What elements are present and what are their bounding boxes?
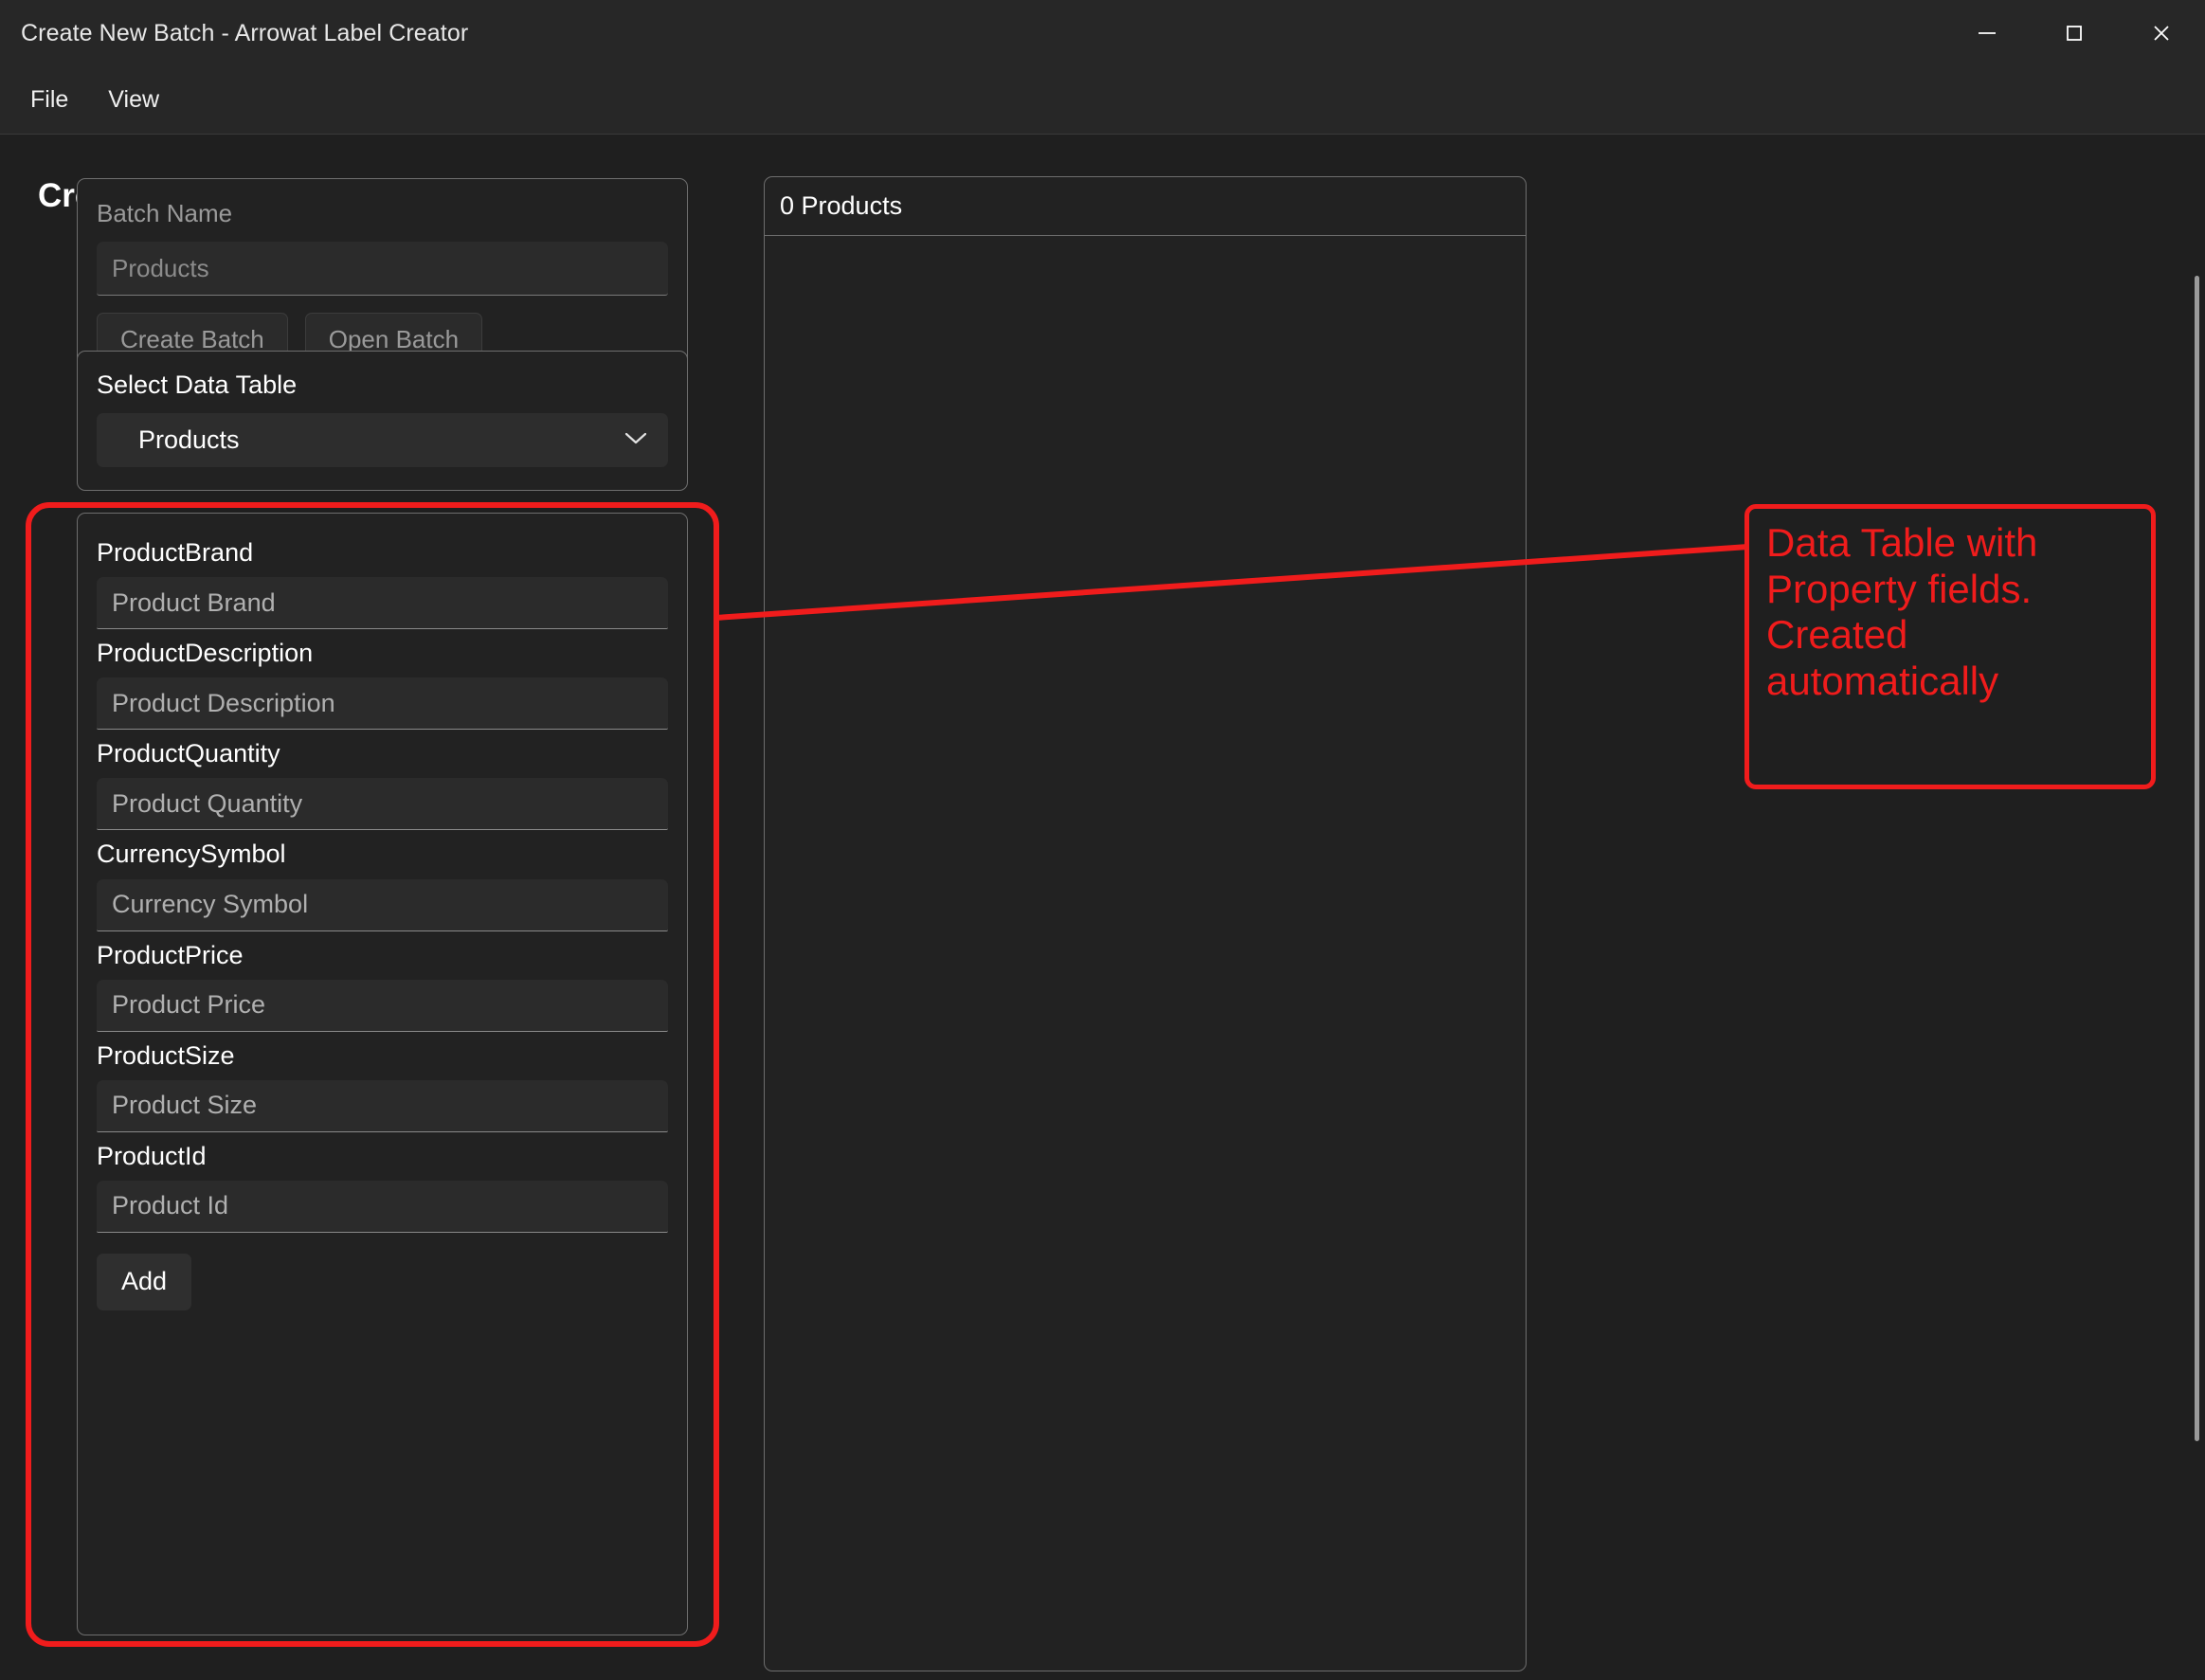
window-controls	[1943, 0, 2205, 66]
field-product-price: ProductPrice	[97, 937, 668, 1032]
products-panel-header: 0 Products	[765, 177, 1526, 236]
field-input[interactable]	[97, 979, 668, 1032]
maximize-button[interactable]	[2031, 0, 2118, 66]
menu-bar: File View	[0, 66, 2205, 135]
field-product-size: ProductSize	[97, 1038, 668, 1132]
menu-item-file[interactable]: File	[17, 81, 81, 119]
field-currency-symbol: CurrencySymbol	[97, 836, 668, 931]
annotation-line-1: Data Table with	[1766, 520, 2038, 565]
annotation-line-2: Property fields.	[1766, 566, 2033, 611]
close-button[interactable]	[2118, 0, 2205, 66]
field-input[interactable]	[97, 577, 668, 630]
field-input[interactable]	[97, 778, 668, 831]
field-product-description: ProductDescription	[97, 635, 668, 731]
field-label: ProductQuantity	[97, 739, 280, 768]
field-label: ProductPrice	[97, 940, 244, 969]
chevron-down-icon	[623, 429, 649, 451]
close-icon	[2154, 26, 2169, 41]
field-label: ProductDescription	[97, 639, 314, 668]
annotation-line-4: automatically	[1766, 659, 1999, 704]
menu-item-view[interactable]: View	[95, 81, 172, 119]
field-label: CurrencySymbol	[97, 840, 286, 869]
vertical-scrollbar[interactable]	[2192, 276, 2201, 1680]
field-label: ProductBrand	[97, 538, 254, 567]
field-product-id: ProductId	[97, 1138, 668, 1233]
data-table-dropdown[interactable]: Products	[97, 413, 668, 467]
products-count-label: 0 Products	[780, 191, 903, 220]
minimize-button[interactable]	[1943, 0, 2031, 66]
field-input[interactable]	[97, 1079, 668, 1132]
field-input[interactable]	[97, 1180, 668, 1233]
field-product-quantity: ProductQuantity	[97, 735, 668, 831]
field-label: ProductId	[97, 1141, 207, 1170]
products-panel: 0 Products	[764, 176, 1527, 1671]
property-fields-panel: ProductBrand ProductDescription ProductQ…	[77, 513, 688, 1635]
field-label: ProductSize	[97, 1040, 235, 1070]
data-table-selected-value: Products	[138, 425, 240, 454]
window-title: Create New Batch - Arrowat Label Creator	[21, 19, 469, 46]
field-product-brand: ProductBrand	[97, 534, 668, 630]
batch-name-label: Batch Name	[97, 199, 233, 227]
title-bar: Create New Batch - Arrowat Label Creator	[0, 0, 2205, 66]
main-content: Create New Batch Batch Name Create Batch…	[0, 135, 2205, 1680]
minimize-icon	[1979, 32, 1996, 34]
scrollbar-thumb[interactable]	[2195, 276, 2199, 1441]
add-button[interactable]: Add	[97, 1253, 192, 1310]
select-data-table-label: Select Data Table	[97, 370, 298, 399]
products-list[interactable]	[765, 236, 1526, 1671]
field-input[interactable]	[97, 878, 668, 931]
field-input[interactable]	[97, 677, 668, 731]
batch-name-panel: Batch Name Create Batch Open Batch	[77, 178, 688, 368]
select-data-table-panel: Select Data Table Products	[77, 351, 688, 491]
batch-name-input[interactable]	[97, 242, 668, 296]
annotation-line-3: Created	[1766, 612, 1908, 658]
maximize-icon	[2067, 26, 2082, 41]
annotation-callout: Data Table with Property fields. Created…	[1744, 504, 2156, 789]
